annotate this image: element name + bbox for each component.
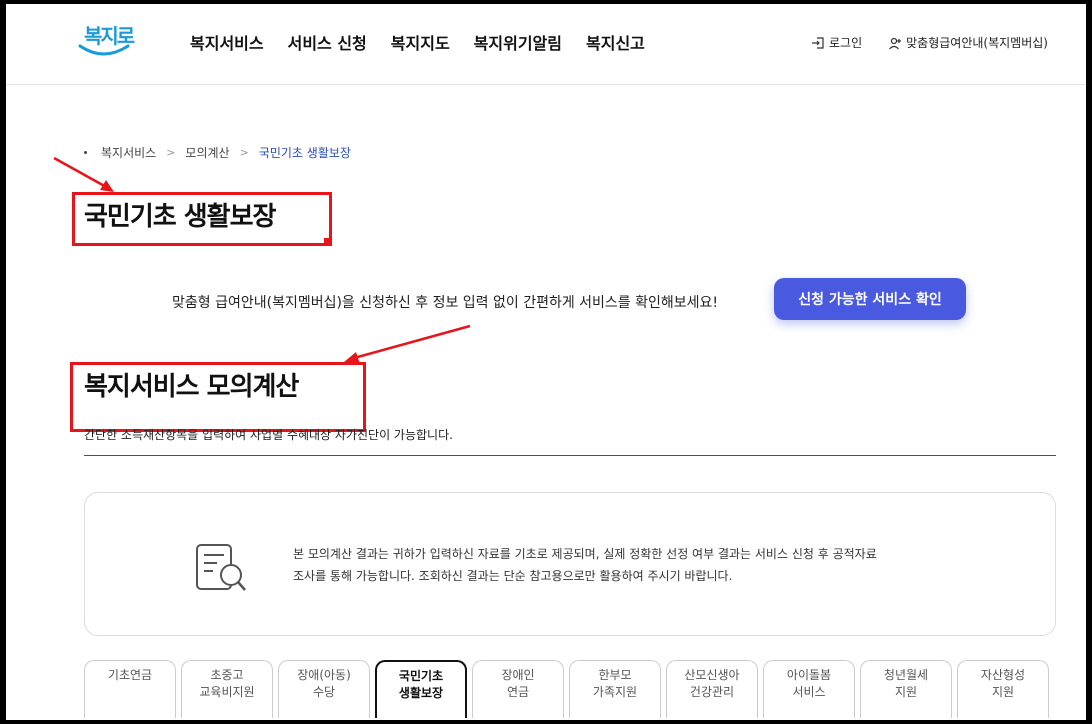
tab-label: 자산형성 [980,668,1026,682]
tab-label: 아이돌봄 [786,668,832,682]
section-description: 간단한 소득재산항목을 입력하여 사업별 수혜대상 자가진단이 가능합니다. [84,428,453,442]
disclaimer-box: 본 모의계산 결과는 귀하가 입력하신 자료를 기초로 제공되며, 실제 정확한… [84,492,1056,636]
disclaimer-text: 본 모의계산 결과는 귀하가 입력하신 자료를 기초로 제공되며, 실제 정확한… [293,543,877,587]
tab-maternal-newborn[interactable]: 산모신생아 건강관리 [666,660,758,718]
tab-label: 기초연금 [107,668,153,682]
tab-child-care[interactable]: 아이돌봄 서비스 [763,660,855,718]
nav-crisis-alert[interactable]: 복지위기알림 [474,30,562,54]
membership-link[interactable]: 맞춤형급여안내(복지멤버십) [888,34,1048,51]
tab-basic-pension[interactable]: 기초연금 [84,660,176,718]
notice-text: 맞춤형 급여안내(복지멤버십)을 신청하신 후 정보 입력 없이 간편하게 서비… [172,295,719,311]
tab-disability-pension[interactable]: 장애인 연금 [472,660,564,718]
breadcrumb-item-simulation[interactable]: 모의계산 [185,144,229,161]
highlight-box [72,192,332,246]
tab-disability-allowance[interactable]: 장애(아동) 수당 [278,660,370,718]
chevron-right-icon: > [166,146,176,159]
nav-welfare-report[interactable]: 복지신고 [586,30,645,54]
tab-label: 장애인 [501,668,535,682]
tab-label: 서비스 [792,685,826,699]
tab-label: 한부모 [598,668,632,682]
check-available-services-button[interactable]: 신청 가능한 서비스 확인 [774,278,966,320]
login-link[interactable]: 로그인 [811,34,862,51]
tab-school-expense[interactable]: 초중고 교육비지원 [181,660,273,718]
main-nav: 복지서비스 서비스 신청 복지지도 복지위기알림 복지신고 [190,30,645,54]
tab-label: 가족지원 [592,685,638,699]
tab-label: 수당 [312,685,336,699]
nav-welfare-map[interactable]: 복지지도 [391,30,450,54]
tab-label: 연금 [506,685,530,699]
tab-label: 지원 [894,685,918,699]
tab-label: 초중고 [210,668,244,682]
tab-label: 국민기초 [398,669,444,683]
tab-label: 생활보장 [398,686,444,700]
tab-label: 건강관리 [689,685,735,699]
chevron-right-icon: > [239,146,249,159]
highlight-marker [324,238,330,244]
service-tabs: 기초연금 초중고 교육비지원 장애(아동) 수당 국민기초 생활보장 장애인 연… [84,660,1049,718]
login-icon [812,36,824,49]
disclaimer-line: 조사를 통해 가능합니다. 조회하신 결과는 단순 참고용으로만 활용하여 주시… [293,569,733,583]
logo-smile-icon [78,44,130,56]
utility-menu: 로그인 맞춤형급여안내(복지멤버십) [811,34,1048,51]
nav-service-apply[interactable]: 서비스 신청 [288,30,367,54]
breadcrumb-item-current: 국민기초 생활보장 [258,146,351,160]
tab-label: 산모신생아 [684,668,740,682]
tab-label: 장애(아동) [297,668,351,682]
membership-notice: 맞춤형 급여안내(복지멤버십)을 신청하신 후 정보 입력 없이 간편하게 서비… [172,278,972,330]
tab-label: 교육비지원 [199,685,255,699]
tab-youth-rent[interactable]: 청년월세 지원 [860,660,952,718]
annotation-arrow-icon [344,324,471,364]
nav-welfare-service[interactable]: 복지서비스 [190,30,264,54]
tab-basic-livelihood[interactable]: 국민기초 생활보장 [375,660,467,718]
site-logo[interactable]: 복지로 [78,18,138,68]
user-plus-icon [889,37,902,49]
membership-label: 맞춤형급여안내(복지멤버십) [906,36,1048,50]
section-divider [84,455,1056,456]
tab-single-parent[interactable]: 한부모 가족지원 [569,660,661,718]
page: 복지로 복지서비스 서비스 신청 복지지도 복지위기알림 복지신고 로그인 맞춤… [6,4,1086,720]
login-label: 로그인 [829,36,863,50]
tab-asset-building[interactable]: 자산형성 지원 [957,660,1049,718]
site-header: 복지로 복지서비스 서비스 신청 복지지도 복지위기알림 복지신고 로그인 맞춤… [6,4,1086,85]
breadcrumb: 복지서비스 > 모의계산 > 국민기초 생활보장 [84,144,351,161]
tab-label: 지원 [991,685,1015,699]
highlight-box [70,362,366,432]
annotation-arrow-icon [53,156,114,192]
disclaimer-line: 본 모의계산 결과는 귀하가 입력하신 자료를 기초로 제공되며, 실제 정확한… [293,547,877,561]
tab-label: 청년월세 [883,668,929,682]
document-search-icon [196,544,246,591]
